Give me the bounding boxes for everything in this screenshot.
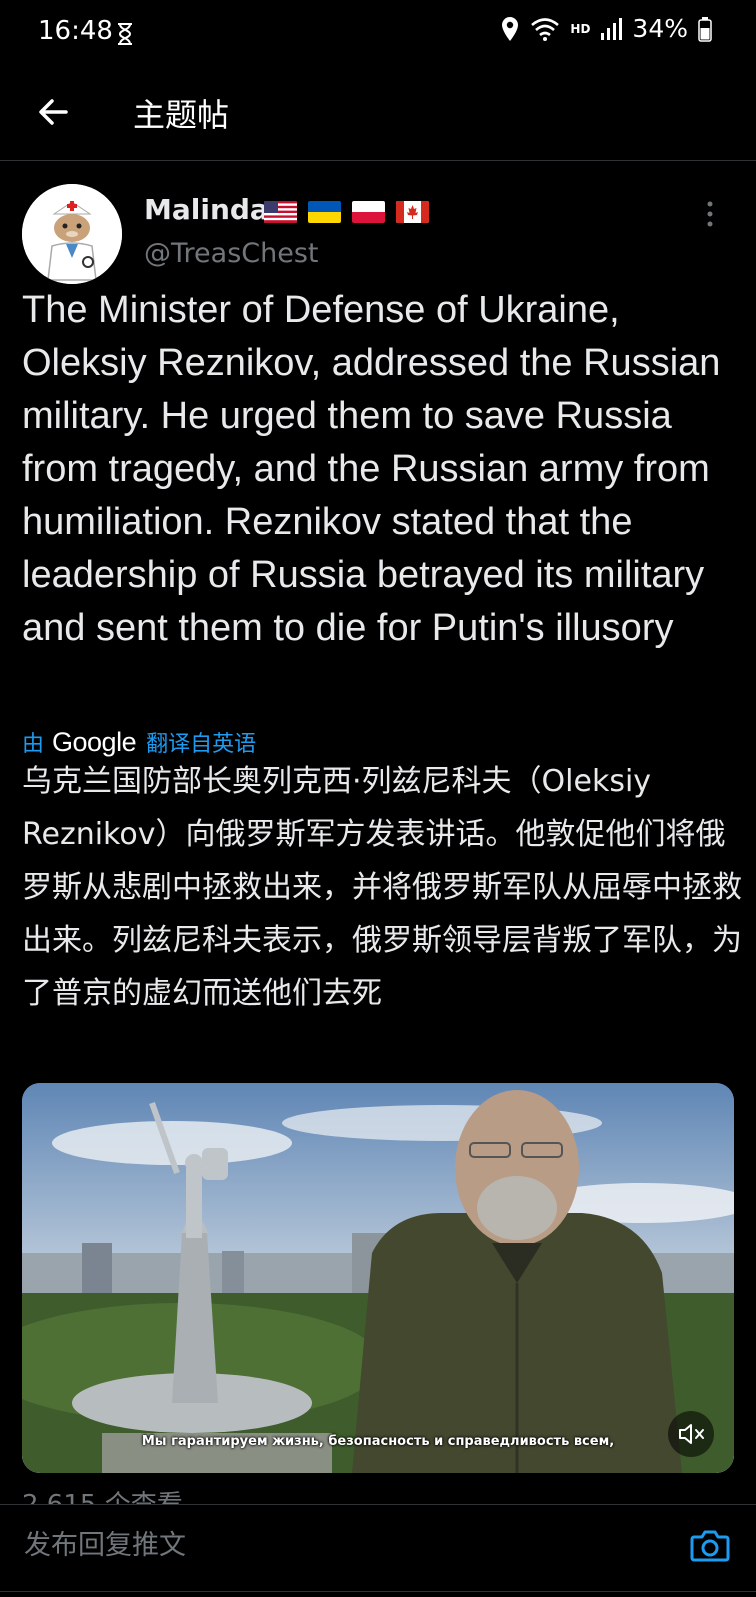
video-frame xyxy=(22,1083,734,1473)
location-icon xyxy=(502,16,519,41)
translation-attribution: 由 Google 翻译自英语 xyxy=(22,726,256,758)
camera-icon xyxy=(690,1530,730,1562)
tweet-video[interactable]: Мы гарантируем жизнь, безопасность и спр… xyxy=(22,1083,734,1473)
status-bar: 16:48 HD 34% xyxy=(0,0,756,70)
avatar[interactable] xyxy=(22,184,122,284)
translation-by-label: 由 xyxy=(22,732,45,757)
tweet-text: The Minister of Defense of Ukraine, Olek… xyxy=(22,289,721,649)
author-handle[interactable]: @TreasChest xyxy=(144,238,319,269)
avatar-image xyxy=(22,184,122,284)
reply-composer xyxy=(0,1504,756,1597)
video-subtitle: Мы гарантируем жизнь, безопасность и спр… xyxy=(141,1434,615,1449)
camera-button[interactable] xyxy=(690,1527,730,1563)
status-time: 16:48 xyxy=(38,16,113,46)
top-app-bar: 主题帖 xyxy=(0,70,756,161)
battery-percentage: 34% xyxy=(632,14,688,43)
translated-from-english-link[interactable]: 翻译自英语 xyxy=(146,726,256,758)
wifi-icon xyxy=(531,17,560,41)
more-vertical-icon xyxy=(707,201,713,227)
more-options-button[interactable] xyxy=(704,200,716,230)
views-count: 2,615 个查看 xyxy=(22,1490,183,1504)
volume-muted-icon xyxy=(679,1424,704,1444)
back-button[interactable] xyxy=(34,92,74,132)
arrow-left-icon xyxy=(39,99,68,125)
us-flag-icon xyxy=(264,201,297,223)
signal-icon xyxy=(601,17,623,40)
canada-flag-icon xyxy=(396,201,429,223)
divider xyxy=(0,1591,756,1592)
reply-input[interactable] xyxy=(22,1517,666,1573)
poland-flag-icon xyxy=(352,201,385,223)
hourglass-icon xyxy=(118,23,132,45)
author-name[interactable]: Malinda xyxy=(144,193,269,226)
network-type: HD xyxy=(570,21,591,36)
status-icons: HD 34% xyxy=(500,14,712,43)
author-flags xyxy=(264,201,429,223)
translated-text: 乌克兰国防部长奥列克西·列兹尼科夫（Oleksiy Reznikov）向俄罗斯军… xyxy=(22,764,742,1011)
page-title: 主题帖 xyxy=(133,96,230,134)
battery-icon xyxy=(698,16,712,42)
google-logo: Google xyxy=(52,726,137,757)
ukraine-flag-icon xyxy=(308,201,341,223)
unmute-button[interactable] xyxy=(668,1411,714,1457)
